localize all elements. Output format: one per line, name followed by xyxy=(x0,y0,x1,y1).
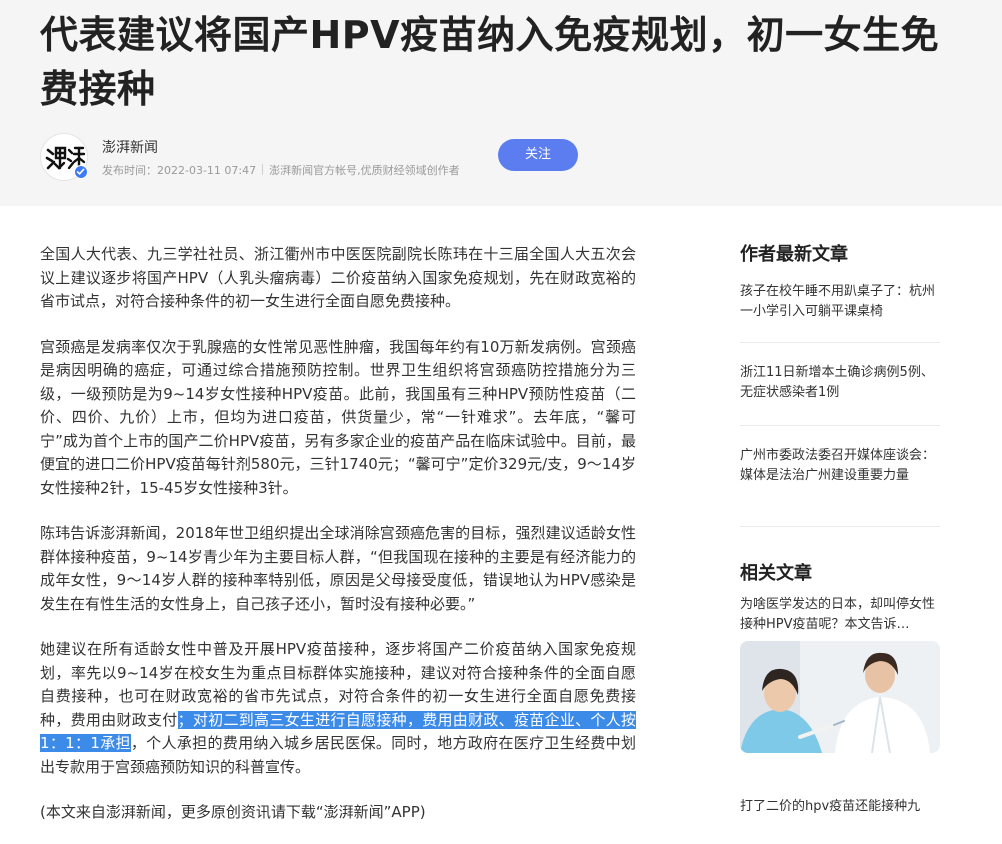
doctor-patient-image xyxy=(740,641,940,753)
article-paragraph: 她建议在所有适龄女性中普及开展HPV疫苗接种，逐步将国产二价疫苗纳入国家免疫规划… xyxy=(40,638,636,779)
follow-button[interactable]: 关注 xyxy=(498,139,578,171)
latest-articles-heading: 作者最新文章 xyxy=(740,244,848,265)
sidebar: 作者最新文章 孩子在校午睡不用趴桌子了：杭州一小学引入可躺平课桌椅 浙江11日新… xyxy=(740,240,940,817)
related-articles-heading: 相关文章 xyxy=(740,563,812,584)
author-description: 澎湃新闻官方帐号,优质财经领域创作者 xyxy=(269,164,460,177)
article-header: 代表建议将国产HPV疫苗纳入免疫规划，初一女生免费接种 澎湃新闻 发布时间：20… xyxy=(0,0,1002,206)
article-paragraph: 宫颈癌是发病率仅次于乳腺癌的女性常见恶性肿瘤，我国每年约有10万新发病例。宫颈癌… xyxy=(40,337,636,497)
latest-article-link[interactable]: 孩子在校午睡不用趴桌子了：杭州一小学引入可躺平课桌椅 xyxy=(740,282,940,343)
meta-divider xyxy=(262,164,264,175)
related-article-link[interactable]: 为啥医学发达的日本，却叫停女性接种HPV疫苗呢？本文告诉… xyxy=(740,595,940,635)
related-article-link[interactable]: 打了二价的hpv疫苗还能接种九 xyxy=(740,797,940,817)
author-name[interactable]: 澎湃新闻 xyxy=(102,137,158,157)
article-paragraph: 全国人大代表、九三学社社员、浙江衢州市中医医院副院长陈玮在十三届全国人大五次会议… xyxy=(40,245,636,310)
page-title: 代表建议将国产HPV疫苗纳入免疫规划，初一女生免费接种 xyxy=(40,13,940,111)
author-info: 澎湃新闻 发布时间：2022-03-11 07:47 澎湃新闻官方帐号,优质财经领… xyxy=(40,133,640,183)
verified-badge-icon xyxy=(74,165,88,179)
related-article-thumbnail[interactable] xyxy=(740,641,940,753)
article-body: 全国人大代表、九三学社社员、浙江衢州市中医医院副院长陈玮在十三届全国人大五次会议… xyxy=(40,243,636,844)
latest-article-link[interactable]: 广州市委政法委召开媒体座谈会：媒体是法治广州建设重要力量 xyxy=(740,446,940,527)
article-meta: 发布时间：2022-03-11 07:47 澎湃新闻官方帐号,优质财经领域创作者 xyxy=(102,162,460,178)
source-note: (本文来自澎湃新闻，更多原创资讯请下载“澎湃新闻”APP) xyxy=(40,803,426,821)
latest-article-link[interactable]: 浙江11日新增本土确诊病例5例、无症状感染者1例 xyxy=(740,363,940,426)
article-paragraph: 陈玮告诉澎湃新闻，2018年世卫组织提出全球消除宫颈癌危害的目标，强烈建议适龄女… xyxy=(40,524,636,613)
publish-time: 发布时间：2022-03-11 07:47 xyxy=(102,164,257,177)
